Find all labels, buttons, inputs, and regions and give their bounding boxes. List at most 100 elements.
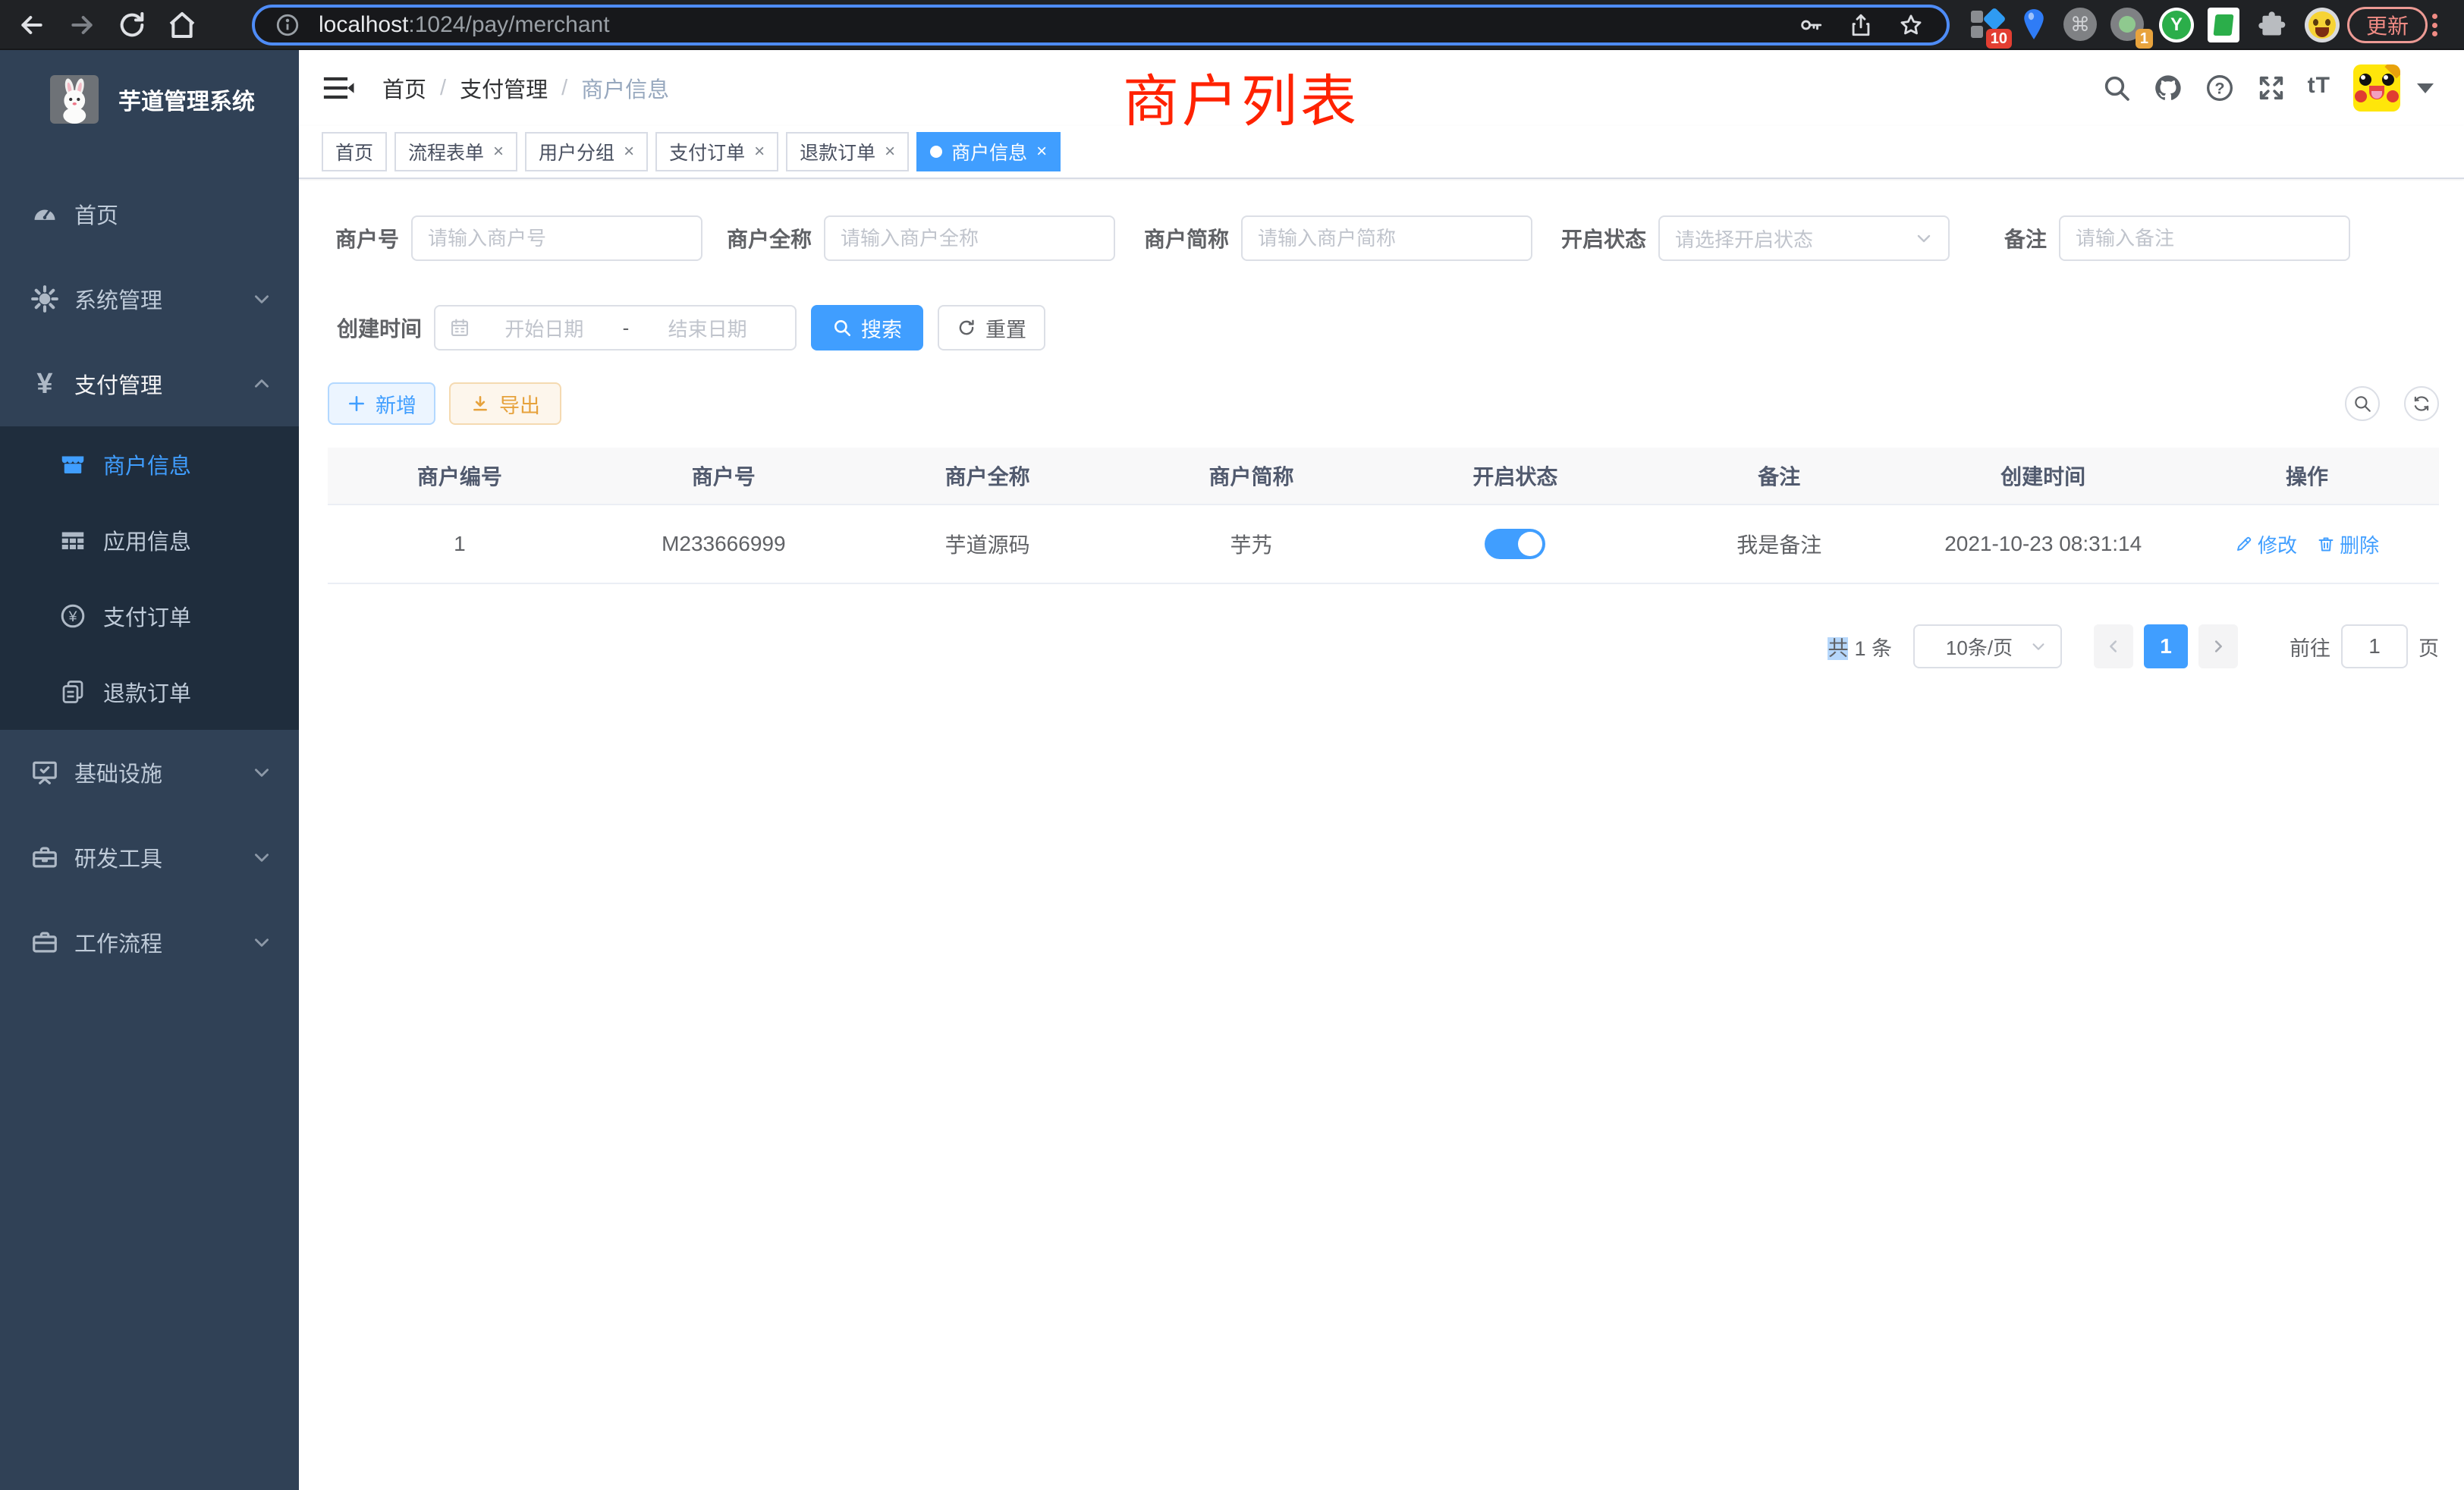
sidebar-fold-icon[interactable]: [323, 73, 355, 103]
close-icon[interactable]: ×: [1036, 143, 1047, 161]
cell-merchant-index: 1: [328, 532, 592, 556]
yen-icon: ¥: [30, 369, 59, 398]
tags-view-bar: 首页 流程表单× 用户分组× 支付订单× 退款订单× 商户信息×: [299, 126, 2464, 179]
date-range-picker[interactable]: 开始日期 - 结束日期: [434, 305, 797, 350]
fullscreen-icon[interactable]: [2256, 73, 2286, 103]
address-bar[interactable]: localhost:1024/pay/merchant: [252, 5, 1950, 46]
status-toggle-on[interactable]: [1485, 529, 1545, 559]
table-search-toggle-button[interactable]: [2345, 386, 2380, 421]
app-header: 首页 / 支付管理 / 商户信息 商户列表 ? tT: [299, 50, 2464, 126]
status-select[interactable]: 请选择开启状态: [1658, 215, 1950, 261]
user-avatar[interactable]: [2353, 64, 2400, 112]
delete-link[interactable]: 删除: [2317, 530, 2379, 558]
page-size-select[interactable]: 10条/页: [1913, 624, 2062, 668]
tab-user-group[interactable]: 用户分组×: [525, 132, 648, 171]
edit-link[interactable]: 修改: [2235, 530, 2297, 558]
key-icon[interactable]: [1798, 12, 1824, 38]
add-button[interactable]: 新增: [328, 382, 435, 425]
sidebar-item-system[interactable]: 系统管理: [0, 256, 299, 341]
remark-label: 备注: [1992, 223, 2059, 253]
extension-icon-doc[interactable]: [2208, 8, 2242, 42]
download-icon: [470, 394, 490, 413]
cell-merchant-no: M233666999: [592, 532, 856, 556]
chevron-down-icon: [2030, 638, 2047, 655]
share-icon[interactable]: [1848, 12, 1874, 38]
sidebar-item-pay-order[interactable]: ¥ 支付订单: [0, 578, 299, 654]
github-icon[interactable]: [2153, 73, 2183, 103]
page-number-1[interactable]: 1: [2144, 624, 2188, 668]
close-icon[interactable]: ×: [754, 143, 765, 161]
prev-page-button[interactable]: [2094, 624, 2133, 668]
search-icon[interactable]: [2101, 73, 2132, 103]
chevron-right-icon: [2210, 638, 2227, 655]
close-icon[interactable]: ×: [885, 143, 895, 161]
sidebar-item-app-info[interactable]: 应用信息: [0, 502, 299, 578]
home-icon[interactable]: [167, 10, 197, 40]
extension-icon-status[interactable]: 1: [2110, 8, 2145, 42]
extension-icon-command[interactable]: ⌘: [2063, 8, 2098, 42]
site-info-icon[interactable]: [275, 12, 300, 38]
avatar-dropdown-caret[interactable]: [2417, 83, 2434, 93]
breadcrumb-pay[interactable]: 支付管理: [460, 72, 548, 104]
search-button[interactable]: 搜索: [811, 305, 923, 350]
extension-icon-y[interactable]: Y: [2159, 8, 2194, 42]
trash-icon: [2317, 535, 2335, 553]
table-header-row: 商户编号 商户号 商户全称 商户简称 开启状态 备注 创建时间 操作: [328, 448, 2439, 505]
active-tab-dot: [930, 146, 942, 158]
tab-pay-order[interactable]: 支付订单×: [655, 132, 778, 171]
export-button[interactable]: 导出: [449, 382, 561, 425]
sidebar-item-workflow[interactable]: 工作流程: [0, 900, 299, 985]
tab-process-form[interactable]: 流程表单×: [394, 132, 517, 171]
y-letter: Y: [2170, 14, 2183, 36]
sidebar-item-pay[interactable]: ¥ 支付管理: [0, 341, 299, 426]
sidebar-item-label: 首页: [74, 198, 118, 230]
chevron-down-icon: [252, 847, 272, 867]
app-logo-row[interactable]: 芋道管理系统: [0, 50, 299, 134]
close-icon[interactable]: ×: [624, 143, 634, 161]
table-refresh-button[interactable]: [2404, 386, 2439, 421]
merchant-no-input[interactable]: [411, 215, 702, 261]
goto-page-input[interactable]: [2341, 624, 2408, 668]
sidebar: 芋道管理系统 首页 系统管理 ¥ 支付管理 商户信息 应用信息: [0, 50, 299, 1490]
sidebar-item-refund-order[interactable]: 退款订单: [0, 654, 299, 730]
breadcrumb: 首页 / 支付管理 / 商户信息: [382, 50, 669, 126]
extension-icon-pin[interactable]: [2016, 8, 2051, 42]
reload-icon[interactable]: [117, 10, 147, 40]
sidebar-item-dev-tools[interactable]: 研发工具: [0, 815, 299, 900]
sidebar-item-home[interactable]: 首页: [0, 171, 299, 256]
app-title: 芋道管理系统: [118, 83, 255, 116]
date-start-placeholder: 开始日期: [470, 314, 618, 342]
sidebar-item-merchant-info[interactable]: 商户信息: [0, 426, 299, 502]
tab-merchant-info[interactable]: 商户信息×: [916, 132, 1061, 171]
breadcrumb-current: 商户信息: [581, 72, 669, 104]
chevron-down-icon: [252, 932, 272, 952]
font-size-icon[interactable]: tT: [2308, 73, 2330, 103]
coin-yen-icon: ¥: [59, 602, 86, 630]
help-icon[interactable]: ?: [2205, 73, 2235, 103]
tab-home[interactable]: 首页: [322, 132, 387, 171]
goto-unit: 页: [2418, 632, 2439, 662]
breadcrumb-home[interactable]: 首页: [382, 72, 426, 104]
bookmark-star-icon[interactable]: [1898, 12, 1924, 38]
tab-refund-order[interactable]: 退款订单×: [786, 132, 909, 171]
extension-icon-tabs[interactable]: 10: [1969, 8, 2004, 42]
sidebar-item-infra[interactable]: 基础设施: [0, 730, 299, 815]
full-name-input[interactable]: [824, 215, 1115, 261]
svg-text:¥: ¥: [68, 608, 77, 625]
chrome-update-button[interactable]: 更新: [2347, 7, 2428, 43]
merchant-no-label: 商户号: [328, 223, 411, 253]
reset-button[interactable]: 重置: [938, 305, 1045, 350]
browser-menu-icon[interactable]: [2431, 9, 2438, 41]
next-page-button[interactable]: [2198, 624, 2238, 668]
short-name-input[interactable]: [1241, 215, 1532, 261]
refresh-icon: [957, 318, 976, 338]
url-path: :1024/pay/merchant: [408, 12, 609, 37]
back-icon[interactable]: [17, 10, 47, 40]
profile-emoji-avatar[interactable]: [2305, 8, 2340, 42]
close-icon[interactable]: ×: [493, 143, 504, 161]
extensions-puzzle-icon[interactable]: [2256, 8, 2291, 42]
url-text[interactable]: localhost:1024/pay/merchant: [319, 12, 1798, 38]
remark-input[interactable]: [2059, 215, 2350, 261]
sidebar-item-label: 研发工具: [74, 841, 162, 873]
forward-icon[interactable]: [67, 10, 97, 40]
